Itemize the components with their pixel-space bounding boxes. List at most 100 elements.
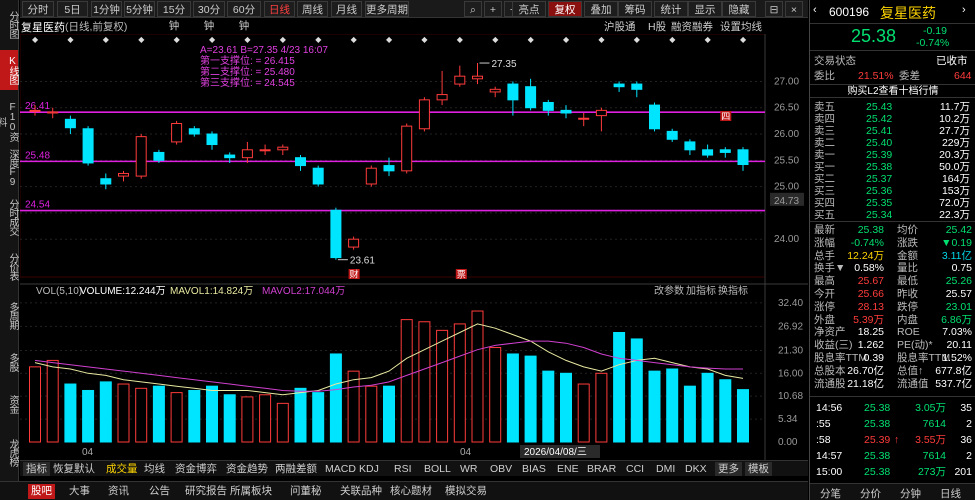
switch-indicator-btn[interactable]: 换指标: [718, 284, 748, 297]
volume-bar[interactable]: [737, 389, 749, 443]
candle[interactable]: [365, 165, 377, 187]
event-marker-icon[interactable]: ◆: [209, 35, 216, 44]
bottom-tab-9[interactable]: 模拟交易: [445, 484, 487, 499]
link-set-ma[interactable]: 设置均线: [720, 19, 762, 34]
quote-tab-1[interactable]: 分价: [860, 486, 881, 500]
candle[interactable]: [525, 78, 537, 111]
bids-price[interactable]: 25.35: [866, 197, 892, 209]
event-marker-icon[interactable]: ◆: [32, 35, 39, 44]
quote-tab-2[interactable]: 分钟: [900, 486, 921, 500]
indicator-tab-8[interactable]: KDJ: [359, 462, 379, 476]
indicator-tab-3[interactable]: 均线: [144, 462, 165, 476]
volume-bar[interactable]: [524, 355, 537, 443]
tool-btn-0[interactable]: 亮点: [512, 1, 546, 17]
period-btn-4[interactable]: 15分钟: [157, 1, 191, 32]
volume-bar[interactable]: [135, 387, 148, 443]
change-params-btn[interactable]: 改参数: [654, 284, 684, 297]
volume-bar[interactable]: [453, 323, 466, 443]
tool-btn-6[interactable]: 隐藏: [722, 1, 756, 17]
volume-bar[interactable]: [365, 385, 378, 443]
period-btn-5[interactable]: 30分钟: [193, 1, 225, 32]
sidebar-item-1[interactable]: K线图: [0, 50, 18, 90]
period-btn-6[interactable]: 60分钟: [227, 1, 261, 32]
candle[interactable]: [737, 147, 749, 171]
volume-bar[interactable]: [276, 402, 289, 443]
indicator-tab-5[interactable]: 资金趋势: [226, 462, 268, 476]
period-btn-7[interactable]: 日线: [264, 1, 295, 17]
candle[interactable]: [542, 99, 554, 116]
bottom-tab-0[interactable]: 股吧: [28, 484, 55, 499]
event-marker-icon[interactable]: ◆: [528, 35, 535, 44]
event-marker-icon[interactable]: ◆: [174, 35, 181, 44]
indicator-tab-17[interactable]: DMI: [656, 462, 675, 476]
period-btn-9[interactable]: 月线: [331, 1, 362, 17]
sidebar-item-6[interactable]: 多周期: [0, 292, 18, 338]
candle[interactable]: [507, 81, 519, 116]
indicator-tab-20[interactable]: 模板: [745, 462, 772, 476]
candle[interactable]: [118, 170, 129, 182]
bids-price[interactable]: 25.38: [866, 161, 892, 173]
bottom-tab-6[interactable]: 问董秘: [290, 484, 322, 499]
event-marker-icon[interactable]: ◆: [563, 35, 570, 44]
event-marker-icon[interactable]: ◆: [103, 35, 110, 44]
asks-price[interactable]: 25.41: [866, 125, 892, 137]
bottom-tab-8[interactable]: 核心题材: [390, 484, 432, 499]
volume-bar[interactable]: [294, 387, 307, 443]
bottom-tab-2[interactable]: 资讯: [108, 484, 129, 499]
sidebar-item-9[interactable]: 龙虎榜: [0, 428, 18, 476]
candle[interactable]: [259, 144, 271, 156]
volume-bar[interactable]: [595, 372, 608, 443]
candle[interactable]: [719, 147, 731, 158]
period-btn-2[interactable]: 1分钟: [91, 1, 122, 17]
forward-icon[interactable]: ›: [962, 4, 966, 16]
candle[interactable]: [401, 123, 413, 174]
event-marker-icon[interactable]: ◆: [457, 35, 464, 44]
indicator-tab-16[interactable]: CCI: [626, 462, 644, 476]
event-marker-icon[interactable]: ◆: [705, 35, 712, 44]
tool-btn-2[interactable]: 叠加: [584, 1, 618, 17]
event-marker-icon[interactable]: ◆: [492, 35, 499, 44]
volume-bar[interactable]: [383, 385, 395, 443]
candle[interactable]: [312, 165, 324, 187]
candle[interactable]: [100, 173, 112, 190]
volume-bar[interactable]: [64, 383, 77, 443]
volume-bar[interactable]: [683, 385, 696, 443]
event-marker-icon[interactable]: ◆: [351, 35, 358, 44]
sidebar-item-0[interactable]: 分时图: [0, 4, 18, 44]
indicator-tab-9[interactable]: RSI: [394, 462, 412, 476]
bottom-tab-4[interactable]: 研究报告: [185, 484, 227, 499]
indicator-tab-18[interactable]: DKX: [685, 462, 707, 476]
minimize-icon[interactable]: ⊟: [765, 1, 783, 17]
event-marker-icon[interactable]: ◆: [598, 35, 605, 44]
event-marker-icon[interactable]: ◆: [138, 35, 145, 44]
candle[interactable]: [595, 107, 607, 132]
indicator-tab-15[interactable]: BRAR: [587, 462, 616, 476]
candle[interactable]: [348, 236, 360, 250]
indicator-tab-12[interactable]: OBV: [490, 462, 512, 476]
indicator-tab-7[interactable]: MACD: [325, 462, 356, 476]
indicator-tab-1[interactable]: 恢复默认: [53, 462, 95, 476]
volume-bar[interactable]: [241, 396, 254, 443]
candle[interactable]: [613, 81, 625, 92]
asks-price[interactable]: 25.42: [866, 113, 892, 125]
quote-tab-0[interactable]: 分笔: [820, 486, 841, 500]
volume-bar[interactable]: [560, 372, 572, 443]
indicator-tab-6[interactable]: 两融差额: [275, 462, 317, 476]
link-margin-trading[interactable]: 融资融券: [671, 19, 713, 34]
candle[interactable]: [418, 97, 430, 132]
volume-bar[interactable]: [577, 383, 590, 443]
period-btn-1[interactable]: 5日: [57, 1, 88, 17]
bids-price[interactable]: 25.37: [866, 173, 892, 185]
candle[interactable]: [578, 112, 590, 127]
tool-btn-3[interactable]: 筹码: [618, 1, 652, 17]
bottom-tab-1[interactable]: 大事: [69, 484, 90, 499]
bottom-tab-7[interactable]: 关联品种: [340, 484, 382, 499]
bottom-tab-5[interactable]: 所属板块: [230, 484, 272, 499]
volume-bar[interactable]: [719, 379, 732, 443]
volume-bar[interactable]: [46, 359, 59, 443]
sidebar-item-3[interactable]: 深度F9: [0, 148, 18, 188]
volume-bar[interactable]: [648, 370, 661, 443]
indicator-tab-2[interactable]: 成交量: [106, 462, 138, 476]
kline-chart[interactable]: 26.4125.4824.54 27.0026.5026.0025.5025.0…: [20, 34, 808, 460]
volume-bar[interactable]: [630, 338, 643, 443]
